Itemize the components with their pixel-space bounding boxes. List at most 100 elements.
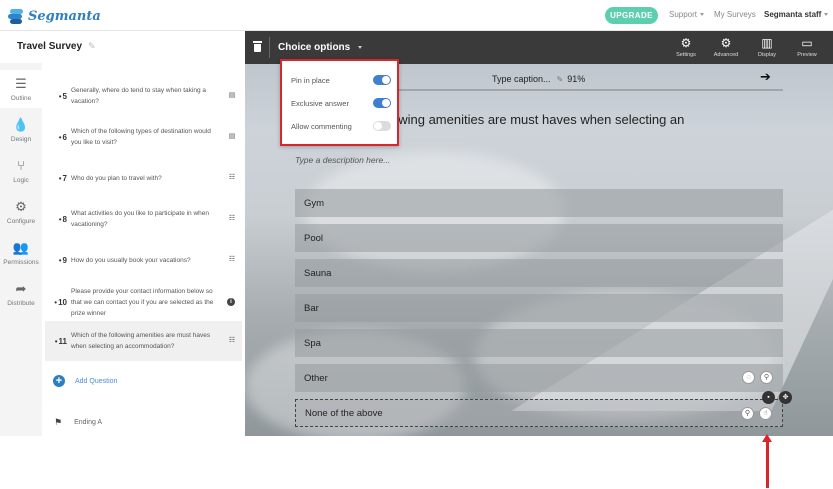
monitor-icon: ▭ (801, 36, 813, 50)
logo-icon (8, 8, 24, 24)
rail-label: Configure (6, 218, 36, 225)
choice-tools: ◌ ⚲ (737, 371, 773, 384)
choice-option[interactable]: Gym (295, 189, 783, 217)
rail-outline[interactable]: ☰ Outline (0, 70, 42, 108)
advanced-button[interactable]: ⚙ Advanced (709, 36, 743, 58)
pin-in-place-row[interactable]: Pin in place (291, 75, 391, 85)
question-text: Who do you plan to travel with? (71, 174, 162, 182)
description-placeholder[interactable]: Type a description here... (295, 155, 390, 165)
rail-label: Permissions (3, 259, 39, 266)
choice-tools: ⚲ ☝ (736, 407, 772, 420)
pencil-icon: ✎ (556, 74, 564, 84)
question-number: 8 (45, 215, 71, 224)
outline-question[interactable]: 7 Who do you plan to travel with? ☷ (45, 158, 242, 198)
question-number: 5 (45, 92, 71, 101)
chevron-down-icon (358, 46, 363, 49)
people-icon: 👥 (12, 240, 30, 255)
plus-icon: + (53, 375, 65, 387)
add-question-label: Add Question (75, 377, 118, 385)
rail-label: Distribute (7, 300, 35, 307)
advanced-label: Advanced (713, 52, 739, 58)
comment-icon[interactable]: ◌ (742, 371, 755, 384)
share-icon: ➦ (15, 281, 27, 296)
allow-commenting-toggle[interactable] (373, 121, 391, 131)
rail-label: Outline (10, 95, 32, 102)
option-label: Pin in place (291, 75, 330, 85)
caption-bar[interactable]: Type caption... ✎ 91% (492, 74, 585, 84)
question-number: 6 (45, 133, 71, 142)
choice-option[interactable]: Sauna (295, 259, 783, 287)
outline-question-active[interactable]: 11 Which of the following amenities are … (45, 321, 242, 361)
my-surveys-link[interactable]: My Surveys (714, 10, 756, 19)
book-icon: ▥ (761, 36, 773, 50)
allow-commenting-row[interactable]: Allow commenting (291, 121, 391, 131)
choice-option-other[interactable]: Other ◌ ⚲ (295, 364, 783, 392)
rail-configure[interactable]: ⚙ Configure (0, 193, 42, 231)
rail-permissions[interactable]: 👥 Permissions (0, 234, 42, 272)
settings-button[interactable]: ⚙ Settings (669, 36, 703, 58)
brand-logo[interactable]: Segmanta (8, 6, 101, 26)
gears-icon: ⚙ (720, 36, 732, 50)
ending-item[interactable]: ⚑ Ending A (54, 417, 102, 428)
question-text: Which of the following amenities are mus… (71, 332, 211, 350)
support-menu[interactable]: Support (669, 10, 705, 19)
display-label: Display (757, 52, 777, 58)
annotation-arrow-icon (762, 434, 772, 488)
pin-in-place-toggle[interactable] (373, 75, 391, 85)
delete-icon[interactable]: ▪ (762, 391, 775, 404)
question-text: Which of the following types of destinat… (71, 128, 211, 146)
choice-option[interactable]: Spa (295, 329, 783, 357)
branch-icon: ⑂ (17, 158, 25, 173)
list-icon: ☷ (228, 174, 236, 181)
question-text: Please provide your contact information … (71, 287, 214, 317)
rail-label: Design (10, 136, 32, 143)
rail-logic[interactable]: ⑂ Logic (0, 152, 42, 190)
pin-icon[interactable]: ⚲ (741, 407, 754, 420)
list-icon: ☷ (228, 337, 236, 344)
add-question-button[interactable]: + Add Question (53, 375, 117, 387)
arrow-right-icon[interactable]: ➔ (760, 69, 771, 85)
rail-label: Logic (13, 177, 29, 184)
account-menu[interactable]: Segmanta staff (764, 10, 829, 19)
exclusive-answer-toggle[interactable] (373, 98, 391, 108)
choice-options-label: Choice options (278, 42, 351, 53)
outline-question[interactable]: 8 What activities do you like to partici… (45, 199, 242, 239)
list-icon: ☷ (228, 215, 236, 222)
choice-option[interactable]: Pool (295, 224, 783, 252)
pencil-icon[interactable]: ✎ (88, 41, 96, 52)
trash-icon[interactable] (253, 41, 262, 52)
pin-icon[interactable]: ⚲ (760, 371, 773, 384)
list-icon: ☰ (15, 76, 27, 91)
preview-button[interactable]: ▭ Preview (790, 36, 824, 58)
brand-name: Segmanta (28, 8, 101, 24)
preview-label: Preview (797, 52, 817, 58)
move-icon[interactable]: ✥ (779, 391, 792, 404)
question-number: 10 (45, 298, 71, 307)
display-button[interactable]: ▥ Display (750, 36, 784, 58)
left-rail: ☰ Outline 💧 Design ⑂ Logic ⚙ Configure 👥… (0, 63, 42, 436)
outline-question[interactable]: 6 Which of the following types of destin… (45, 117, 242, 157)
rail-design[interactable]: 💧 Design (0, 111, 42, 149)
text-icon: ▤ (228, 92, 236, 99)
choice-options-menu[interactable]: Choice options (278, 42, 363, 53)
choice-options-popover: Pin in place Exclusive answer Allow comm… (280, 59, 399, 146)
outline-question[interactable]: 5 Generally, where do tend to stay when … (45, 76, 242, 116)
upgrade-button[interactable]: UPGRADE (605, 7, 658, 24)
question-number: 9 (45, 256, 71, 265)
question-text: What activities do you like to participa… (71, 210, 210, 228)
survey-title[interactable]: Travel Survey ✎ (17, 41, 96, 52)
info-icon: i (227, 298, 235, 306)
choice-option-selected[interactable]: None of the above ⚲ ☝ (295, 399, 783, 427)
exclusive-answer-row[interactable]: Exclusive answer (291, 98, 391, 108)
support-label: Support (669, 10, 698, 19)
choice-label: None of the above (305, 407, 383, 419)
outline-question[interactable]: 9 How do you usually book your vacations… (45, 240, 242, 280)
hand-icon[interactable]: ☝ (759, 407, 772, 420)
question-title[interactable]: owing amenities are must haves when sele… (391, 112, 684, 127)
caption-placeholder: Type caption... (492, 74, 551, 84)
question-number: 7 (45, 174, 71, 183)
outline-question[interactable]: 10 Please provide your contact informati… (45, 281, 242, 323)
choice-option[interactable]: Bar (295, 294, 783, 322)
rail-distribute[interactable]: ➦ Distribute (0, 275, 42, 313)
progress-percent: 91% (567, 74, 586, 84)
